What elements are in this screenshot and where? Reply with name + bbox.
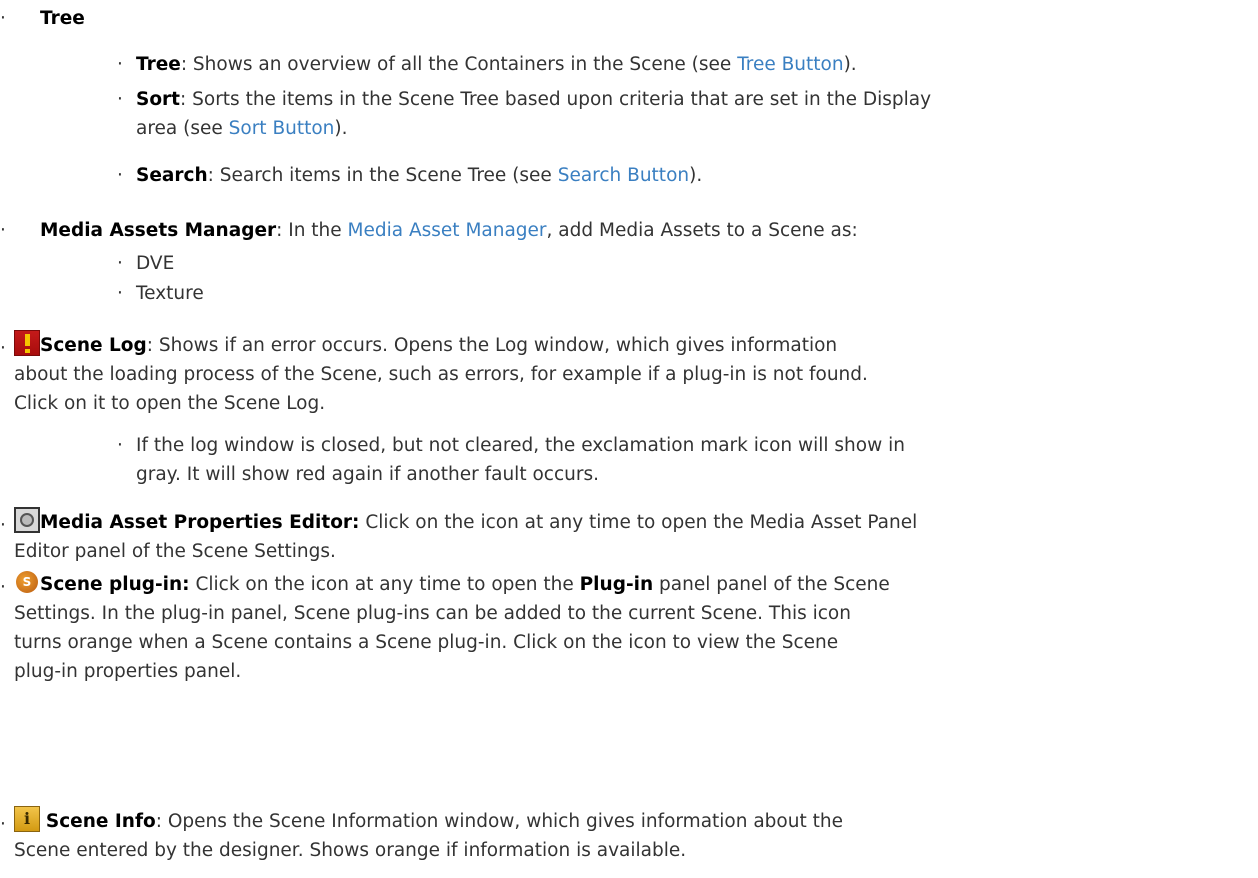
bullet: · (0, 515, 6, 536)
scene-plugin-line2: Settings. In the plug-in panel, Scene pl… (14, 603, 851, 624)
bullet: · (0, 8, 6, 29)
scene-info-line1: : Opens the Scene Information window, wh… (155, 811, 843, 832)
texture-text: Texture (136, 283, 204, 304)
list-item-texture: · Texture (0, 279, 1258, 308)
bullet: · (0, 577, 6, 598)
scene-plugin-line1c: panel panel of the Scene (653, 574, 890, 595)
media-assets-label: Media Assets Manager (40, 220, 277, 241)
list-item-tree: · Tree (0, 4, 1258, 33)
bullet: · (117, 89, 123, 110)
scene-plugin-line1a: Click on the icon at any time to open th… (189, 574, 580, 595)
list-item-scene-info: · i Scene Info: Opens the Scene Informat… (0, 806, 1258, 865)
list-item-scene-plugin: · S Scene plug-in: Click on the icon at a… (0, 569, 1258, 686)
sort-text-line1: : Sorts the items in the Scene Tree base… (180, 89, 932, 110)
scene-log-line1: : Shows if an error occurs. Opens the Lo… (146, 335, 838, 356)
bullet: · (117, 283, 123, 304)
search-label: Search (136, 165, 208, 186)
list-item-sort: · Sort: Sorts the items in the Scene Tre… (0, 85, 1258, 143)
film-icon[interactable] (14, 507, 40, 533)
search-text-end: ). (689, 165, 703, 186)
tree-text: : Shows an overview of all the Container… (180, 54, 738, 75)
list-item-tree-sub: · Tree: Shows an overview of all the Con… (0, 50, 1258, 79)
sort-label: Sort (136, 89, 181, 110)
media-asset-props-line2: Editor panel of the Scene Settings. (14, 541, 336, 562)
scene-log-line2: about the loading process of the Scene, … (14, 364, 868, 385)
sort-text-end: ). (334, 118, 348, 139)
bullet: · (117, 253, 123, 274)
bullet: · (0, 220, 6, 241)
media-assets-text-before: : In the (276, 220, 348, 241)
info-icon[interactable]: i (14, 806, 40, 832)
scene-log-line3: Click on it to open the Scene Log. (14, 393, 326, 414)
list-item-media-asset-properties: · Media Asset Properties Editor: Click o… (0, 507, 1258, 566)
list-item-search: · Search: Search items in the Scene Tree… (0, 161, 1258, 190)
dve-text: DVE (136, 253, 175, 274)
scene-log-label: Scene Log (40, 335, 147, 356)
media-asset-manager-link[interactable]: Media Asset Manager (348, 220, 547, 241)
media-asset-props-line1: Click on the icon at any time to open th… (359, 512, 918, 533)
scene-info-line2: Scene entered by the designer. Shows ora… (14, 840, 687, 861)
list-item-dve: · DVE (0, 249, 1258, 278)
plugin-panel-label: Plug-in (579, 574, 654, 595)
search-text: : Search items in the Scene Tree (see (207, 165, 558, 186)
scene-log-sub-line2: gray. It will show red again if another … (136, 464, 599, 485)
tree-text-end: ). (843, 54, 857, 75)
media-asset-props-label: Media Asset Properties Editor: (40, 512, 360, 533)
bullet: · (117, 165, 123, 186)
scene-plugin-line3: turns orange when a Scene contains a Sce… (14, 632, 839, 653)
scene-log-sub-line1: If the log window is closed, but not cle… (136, 435, 905, 456)
scene-info-label: Scene Info (45, 811, 156, 832)
exclamation-icon[interactable] (14, 330, 40, 356)
tree-label: Tree (136, 54, 181, 75)
plugin-icon[interactable]: S (14, 569, 40, 595)
bullet: · (0, 338, 6, 359)
scene-plugin-label: Scene plug-in: (40, 574, 190, 595)
sort-text-line2: area (see (136, 118, 229, 139)
list-item-scene-log-sub: · If the log window is closed, but not c… (0, 431, 1258, 489)
bullet: · (117, 435, 123, 456)
list-item-media-assets-manager: · Media Assets Manager: In the Media Ass… (0, 216, 1258, 245)
list-item-scene-log: · Scene Log: Shows if an error occurs. O… (0, 330, 1258, 418)
tree-heading: Tree (40, 8, 85, 29)
bullet: · (117, 54, 123, 75)
search-button-link[interactable]: Search Button (558, 165, 689, 186)
sort-button-link[interactable]: Sort Button (229, 118, 335, 139)
scene-plugin-line4: plug-in properties panel. (14, 661, 242, 682)
bullet: · (0, 814, 6, 835)
tree-button-link[interactable]: Tree Button (737, 54, 843, 75)
media-assets-text-after: , add Media Assets to a Scene as: (546, 220, 858, 241)
